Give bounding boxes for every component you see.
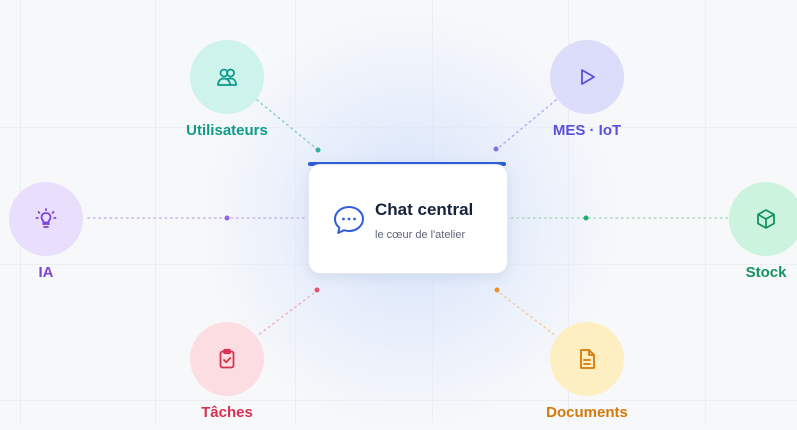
document-icon xyxy=(580,349,595,369)
users-node[interactable] xyxy=(190,40,264,114)
stock-node[interactable] xyxy=(729,182,797,256)
chat-central-card[interactable]: Chat central le cœur de l'atelier xyxy=(308,164,508,274)
chat-central-title: Chat central xyxy=(375,200,474,219)
play-icon xyxy=(581,69,595,85)
documents-label: Documents xyxy=(546,404,628,421)
ia-label: IA xyxy=(38,264,54,281)
mes-iot-label: MES · IoT xyxy=(552,122,622,139)
chat-bubble-icon xyxy=(334,206,364,234)
stock-label: Stock xyxy=(745,264,787,281)
mes-iot-node[interactable] xyxy=(550,40,624,114)
taches-label: Tâches xyxy=(201,404,253,421)
users-label: Utilisateurs xyxy=(186,122,268,139)
package-icon xyxy=(757,209,775,229)
documents-node[interactable] xyxy=(550,322,624,396)
diagram-canvas: Chat central le cœur de l'atelier Utilis… xyxy=(0,0,797,430)
lightbulb-icon xyxy=(35,208,57,228)
chat-central-subtitle: le cœur de l'atelier xyxy=(375,229,466,241)
clipboard-check-icon xyxy=(219,348,235,369)
ia-node[interactable] xyxy=(9,182,83,256)
users-icon xyxy=(217,68,237,86)
taches-node[interactable] xyxy=(190,322,264,396)
